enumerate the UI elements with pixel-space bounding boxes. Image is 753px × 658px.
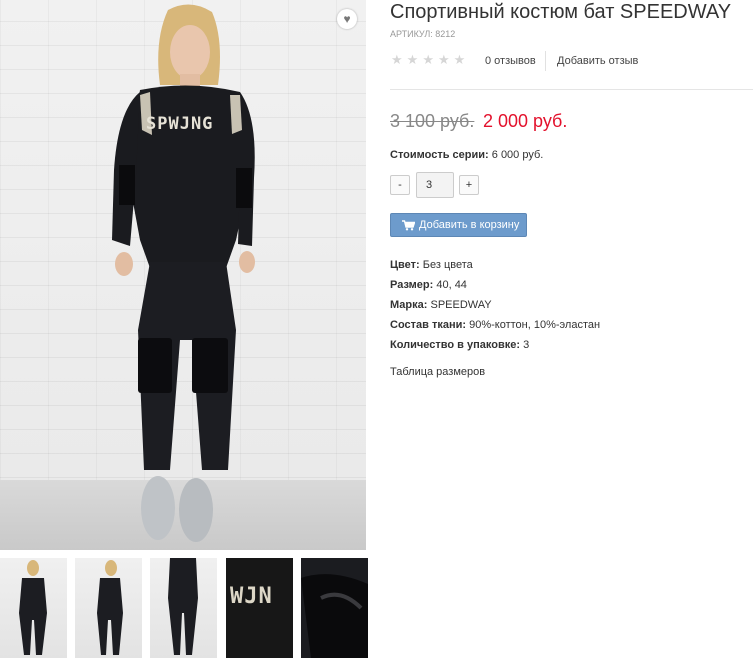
property-label: Размер: (390, 279, 434, 291)
thumbnail-4[interactable]: WJN (226, 558, 293, 658)
heart-icon[interactable]: ♥ (337, 9, 357, 29)
add-to-cart-label: Добавить в корзину (419, 219, 520, 231)
product-properties: Цвет: Без цвета Размер: 40, 44 Марка: SP… (390, 259, 600, 359)
property-label: Цвет: (390, 259, 420, 271)
divider (390, 89, 753, 90)
star-icon[interactable]: ★ (438, 53, 450, 67)
new-price: 2 000 руб. (483, 111, 568, 131)
main-product-photo[interactable]: SPWJNG ♥ (0, 0, 366, 550)
old-price: 3 100 руб. (390, 111, 475, 131)
series-price: Стоимость серии: 6 000 руб. (390, 149, 543, 161)
size-table-link[interactable]: Таблица размеров (390, 366, 485, 378)
quantity-decrease-button[interactable]: - (390, 175, 410, 195)
property-value: SPEEDWAY (430, 299, 492, 311)
add-to-cart-button[interactable]: Добавить в корзину (390, 213, 527, 237)
quantity-input[interactable] (416, 172, 454, 198)
model-figure (112, 4, 255, 542)
thumbnail-1[interactable] (0, 558, 67, 658)
print-text: SPWJNG (146, 114, 214, 134)
property-label: Марка: (390, 299, 428, 311)
property-label: Состав ткани: (390, 319, 467, 331)
star-icon[interactable]: ★ (422, 53, 434, 67)
product-sku: АРТИКУЛ: 8212 (390, 29, 456, 39)
property-value: 3 (523, 339, 530, 351)
property-value: 40, 44 (436, 279, 467, 291)
property-label: Количество в упаковке: (390, 339, 520, 351)
rating-stars[interactable]: ★ ★ ★ ★ ★ (391, 53, 465, 67)
star-icon[interactable]: ★ (454, 53, 466, 67)
property-row: Размер: 40, 44 (390, 279, 600, 299)
add-review-link[interactable]: Добавить отзыв (557, 55, 638, 67)
property-row: Марка: SPEEDWAY (390, 299, 600, 319)
property-row: Цвет: Без цвета (390, 259, 600, 279)
star-icon[interactable]: ★ (391, 53, 403, 67)
thumbnail-5[interactable] (301, 558, 368, 658)
thumbnail-3[interactable] (150, 558, 217, 658)
property-value: 90%-коттон, 10%-эластан (469, 319, 601, 331)
thumbnail-strip: WJN (0, 558, 368, 658)
reviews-count[interactable]: 0 отзывов (485, 55, 536, 67)
star-icon[interactable]: ★ (407, 53, 419, 67)
cart-icon (402, 219, 415, 230)
property-row: Состав ткани: 90%-коттон, 10%-эластан (390, 319, 600, 339)
series-price-value: 6 000 руб. (491, 149, 544, 161)
thumbnail-print-detail: WJN (230, 584, 273, 609)
thumbnail-2[interactable] (75, 558, 142, 658)
quantity-increase-button[interactable]: + (459, 175, 479, 195)
property-value: Без цвета (422, 259, 473, 271)
series-price-label: Стоимость серии: (390, 149, 489, 161)
divider (545, 51, 546, 71)
product-title: Спортивный костюм бат SPEEDWAY (390, 1, 732, 23)
property-row: Количество в упаковке: 3 (390, 339, 600, 359)
